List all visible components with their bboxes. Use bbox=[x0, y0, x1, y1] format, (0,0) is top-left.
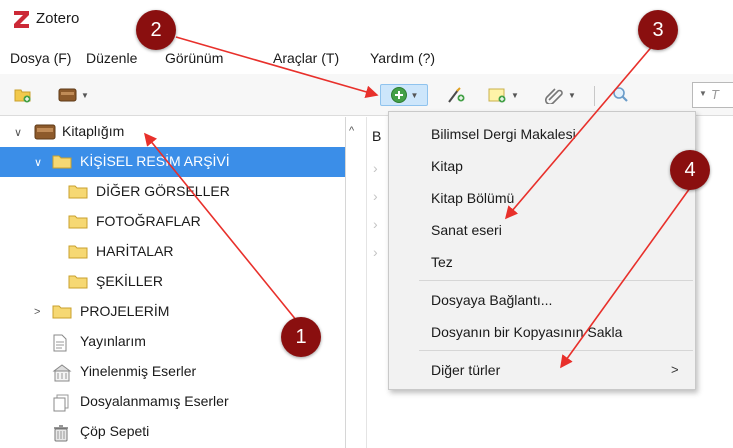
menu-item-book-section[interactable]: Kitap Bölümü bbox=[431, 190, 514, 206]
menu-item-artwork[interactable]: Sanat eseri bbox=[431, 222, 502, 238]
search-placeholder: T bbox=[711, 87, 719, 102]
sidebar-item-cop-sepeti[interactable]: Çöp Sepeti bbox=[0, 417, 345, 447]
folder-icon bbox=[68, 245, 88, 259]
new-library-icon bbox=[58, 88, 77, 102]
pane-splitter[interactable] bbox=[345, 117, 346, 448]
chevron-down-icon[interactable]: ∨ bbox=[34, 156, 42, 169]
menu-help[interactable]: Yardım (?) bbox=[370, 50, 435, 66]
row-expander-icon: › bbox=[373, 216, 378, 232]
row-expander-icon: › bbox=[373, 244, 378, 260]
document-icon bbox=[53, 334, 67, 352]
sidebar-item-label: Kitaplığım bbox=[62, 123, 125, 139]
add-attachment-button[interactable]: ▼ bbox=[545, 84, 576, 106]
sidebar-item-label: PROJELERİM bbox=[80, 303, 170, 319]
search-input[interactable]: ▼ T bbox=[692, 82, 733, 108]
annotation-badge: 4 bbox=[670, 150, 710, 190]
chevron-down-icon: ▼ bbox=[511, 90, 519, 100]
sidebar-item-fotograflar[interactable]: FOTOĞRAFLAR bbox=[0, 207, 345, 237]
new-item-dropdown: Bilimsel Dergi Makalesi Kitap Kitap Bölü… bbox=[388, 111, 696, 390]
sidebar-item-sekiller[interactable]: ŞEKİLLER bbox=[0, 267, 345, 297]
chevron-right-icon: > bbox=[671, 362, 679, 377]
new-item-icon bbox=[390, 87, 407, 103]
add-by-identifier-button[interactable] bbox=[446, 84, 466, 106]
menu-item-book[interactable]: Kitap bbox=[431, 158, 463, 174]
sidebar-item-label: KİŞİSEL RESİM ARŞİVİ bbox=[80, 153, 230, 169]
window-title: Zotero bbox=[36, 10, 80, 27]
new-note-icon bbox=[488, 88, 506, 103]
title-bar: Zotero bbox=[0, 0, 733, 38]
sidebar-item-label: DİĞER GÖRSELLER bbox=[96, 183, 230, 199]
chevron-down-icon: ▼ bbox=[81, 90, 89, 100]
sidebar-item-label: Çöp Sepeti bbox=[80, 423, 150, 439]
add-attachment-icon bbox=[545, 88, 563, 104]
row-expander-icon: › bbox=[373, 160, 378, 176]
sort-ascending-icon[interactable]: ^ bbox=[349, 125, 354, 137]
collections-pane: ∨ Kitaplığım ∨ KİŞİSEL RESİM ARŞİVİ DİĞE… bbox=[0, 117, 345, 448]
sidebar-item-kisisel-resim-arsivi[interactable]: ∨ KİŞİSEL RESİM ARŞİVİ bbox=[0, 147, 345, 177]
trash-icon bbox=[54, 425, 68, 442]
chevron-down-icon: ▼ bbox=[410, 90, 419, 100]
folder-icon bbox=[68, 275, 88, 289]
main-toolbar: ▼ ▼ ▼ ▼ bbox=[0, 74, 733, 116]
column-divider bbox=[366, 117, 367, 448]
duplicates-icon bbox=[52, 364, 72, 382]
chevron-down-icon: ▼ bbox=[699, 89, 707, 98]
row-expander-icon: › bbox=[373, 188, 378, 204]
sidebar-item-label: Dosyalanmamış Eserler bbox=[80, 393, 229, 409]
sidebar-item-label: Yayınlarım bbox=[80, 333, 146, 349]
sidebar-item-label: ŞEKİLLER bbox=[96, 273, 163, 289]
menu-separator bbox=[419, 350, 693, 351]
sidebar-item-haritalar[interactable]: HARİTALAR bbox=[0, 237, 345, 267]
menu-file[interactable]: Dosya (F) bbox=[10, 50, 71, 66]
menu-bar: Dosya (F) Düzenle Görünüm Araçlar (T) Ya… bbox=[0, 46, 733, 68]
folder-icon bbox=[68, 215, 88, 229]
advanced-search-icon bbox=[613, 87, 628, 102]
folder-icon bbox=[52, 305, 72, 319]
sidebar-item-label: Yinelenmiş Eserler bbox=[80, 363, 197, 379]
toolbar-separator bbox=[594, 86, 595, 106]
menu-separator bbox=[419, 280, 693, 281]
add-by-identifier-icon bbox=[448, 87, 465, 103]
annotation-badge: 2 bbox=[136, 10, 176, 50]
menu-item-store-copy-of-file[interactable]: Dosyanın bir Kopyasının Sakla bbox=[431, 324, 622, 340]
sidebar-item-label: FOTOĞRAFLAR bbox=[96, 213, 201, 229]
menu-item-thesis[interactable]: Tez bbox=[431, 254, 453, 270]
new-library-button[interactable]: ▼ bbox=[58, 84, 89, 106]
advanced-search-button[interactable] bbox=[611, 84, 631, 106]
annotation-badge: 1 bbox=[281, 317, 321, 357]
new-item-button[interactable]: ▼ bbox=[380, 84, 428, 106]
folder-icon bbox=[68, 185, 88, 199]
new-collection-icon bbox=[14, 89, 31, 103]
chevron-down-icon: ▼ bbox=[568, 90, 576, 100]
menu-item-link-to-file[interactable]: Dosyaya Bağlantı... bbox=[431, 292, 552, 308]
sidebar-item-my-library[interactable]: ∨ Kitaplığım bbox=[0, 117, 345, 147]
menu-item-journal-article[interactable]: Bilimsel Dergi Makalesi bbox=[431, 126, 576, 142]
folder-icon bbox=[52, 155, 72, 169]
chevron-right-icon[interactable]: > bbox=[34, 306, 40, 318]
sidebar-item-dosyalanmamis-eserler[interactable]: Dosyalanmamış Eserler bbox=[0, 387, 345, 417]
column-header-title[interactable]: B bbox=[372, 128, 381, 144]
sidebar-item-diger-gorseller[interactable]: DİĞER GÖRSELLER bbox=[0, 177, 345, 207]
sidebar-item-yinelenmis-eserler[interactable]: Yinelenmiş Eserler bbox=[0, 357, 345, 387]
menu-edit[interactable]: Düzenle bbox=[86, 50, 137, 66]
zotero-z-logo-icon bbox=[14, 11, 29, 28]
new-collection-button[interactable] bbox=[14, 84, 32, 106]
sidebar-item-label: HARİTALAR bbox=[96, 243, 174, 259]
library-icon bbox=[34, 124, 56, 140]
unfiled-icon bbox=[53, 394, 69, 412]
new-note-button[interactable]: ▼ bbox=[488, 84, 519, 106]
menu-item-more-types[interactable]: Diğer türler bbox=[431, 362, 500, 378]
annotation-badge: 3 bbox=[638, 10, 678, 50]
chevron-down-icon[interactable]: ∨ bbox=[14, 126, 22, 139]
menu-view[interactable]: Görünüm bbox=[165, 50, 223, 66]
menu-tools[interactable]: Araçlar (T) bbox=[273, 50, 339, 66]
